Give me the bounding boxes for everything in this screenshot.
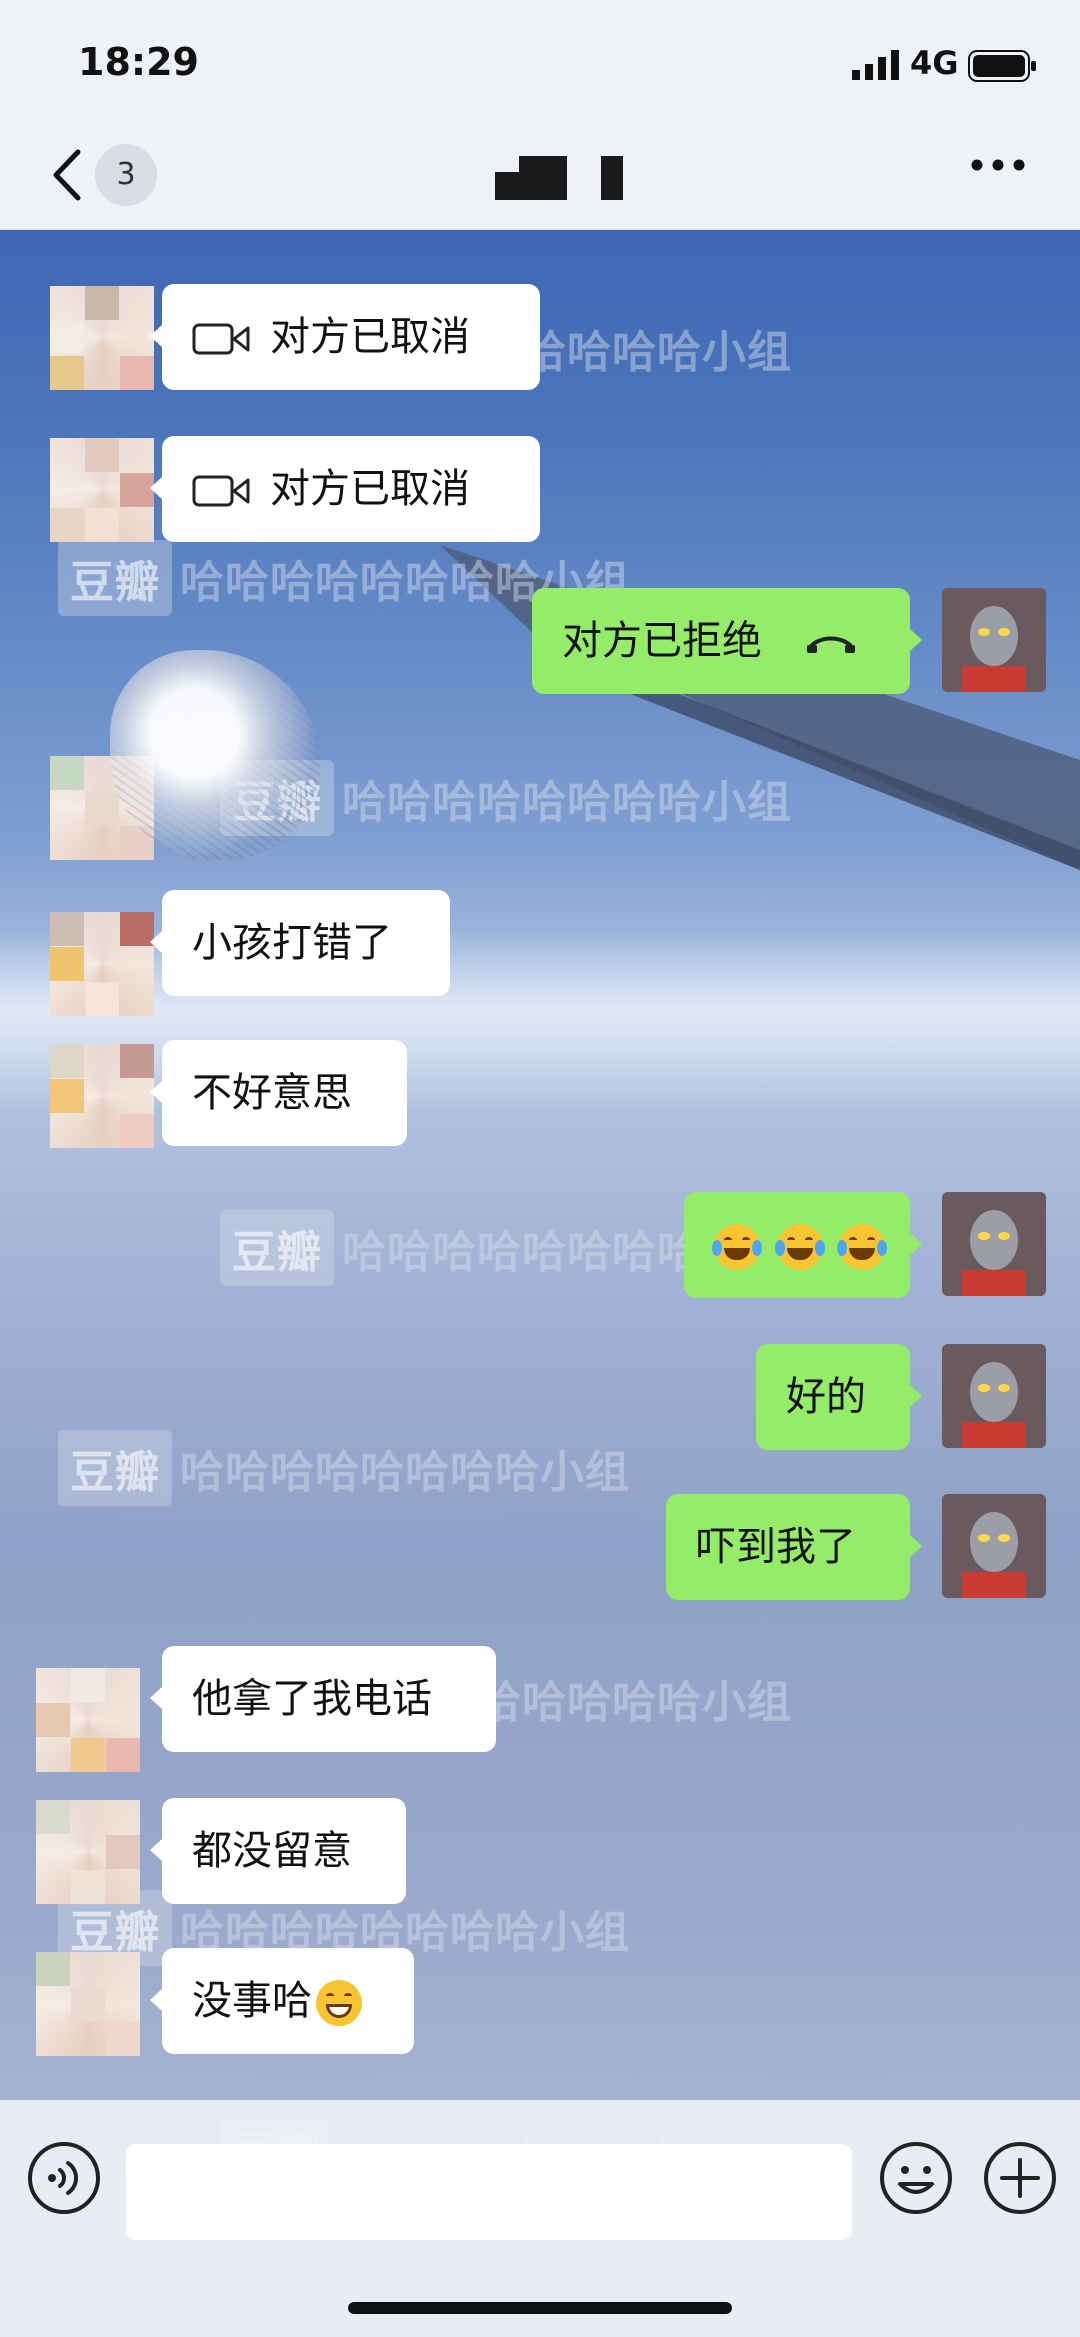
home-indicator [348, 2302, 732, 2314]
plus-icon[interactable] [982, 2140, 1058, 2216]
message-bubble[interactable]: 没事哈 [150, 1948, 414, 2054]
hero-avatar-icon [942, 1192, 1046, 1296]
my-avatar[interactable] [942, 1494, 1046, 1598]
message-bubble[interactable]: 都没留意 [150, 1798, 406, 1904]
status-bar: 18:29 4G [0, 0, 1080, 120]
message-bubble[interactable]: 好的 [756, 1344, 922, 1450]
contact-avatar[interactable] [36, 1952, 140, 2056]
voice-input-icon[interactable] [26, 2140, 102, 2216]
message-bubble-call[interactable]: 对方已取消 [150, 436, 540, 542]
laugh-cry-emoji-icon [837, 1224, 888, 1270]
message-text: 对方已拒绝 [562, 618, 762, 664]
chat-header: 3 [0, 120, 1080, 230]
message-text: 不好意思 [192, 1070, 352, 1116]
message-bubble[interactable]: 小孩打错了 [150, 890, 450, 996]
message-text: 好的 [786, 1374, 866, 1420]
message-text: 对方已取消 [270, 314, 470, 360]
contact-avatar[interactable] [50, 286, 154, 390]
laugh-cry-emoji-icon [774, 1224, 825, 1270]
watermark: 豆瓣哈哈哈哈哈哈哈哈小组 [58, 1430, 630, 1506]
battery-icon [968, 50, 1036, 82]
message-input[interactable] [126, 2144, 852, 2240]
back-arrow-icon[interactable] [50, 148, 84, 202]
contact-avatar[interactable] [50, 438, 154, 542]
message-text: 他拿了我电话 [192, 1676, 432, 1722]
message-bubble-call[interactable]: 对方已拒绝 [532, 588, 922, 694]
video-call-icon [192, 323, 250, 355]
message-text: 小孩打错了 [192, 920, 392, 966]
status-time: 18:29 [78, 40, 199, 84]
message-text: 对方已取消 [270, 466, 470, 512]
video-call-icon [192, 475, 250, 507]
my-avatar[interactable] [942, 1344, 1046, 1448]
chat-title-redacted [495, 156, 625, 200]
my-avatar[interactable] [942, 588, 1046, 692]
message-bubble[interactable]: 他拿了我电话 [150, 1646, 496, 1752]
contact-avatar[interactable] [36, 1800, 140, 1904]
more-options-icon[interactable] [970, 158, 1026, 172]
message-bubble[interactable]: 不好意思 [150, 1040, 407, 1146]
hang-up-icon [806, 636, 855, 653]
signal-icon [852, 50, 899, 80]
message-text: 没事哈 [192, 1978, 312, 2024]
network-type: 4G [910, 44, 959, 82]
laugh-cry-emoji-icon [712, 1224, 762, 1270]
message-bubble-call[interactable]: 对方已取消 [150, 284, 540, 390]
message-bubble[interactable]: 吓到我了 [666, 1494, 922, 1600]
my-avatar[interactable] [942, 1192, 1046, 1296]
contact-avatar[interactable] [50, 912, 154, 1016]
message-bubble-emoji[interactable] [684, 1192, 922, 1298]
contact-avatar[interactable] [50, 1044, 154, 1148]
hero-avatar-icon [942, 1344, 1046, 1448]
unread-count-badge[interactable]: 3 [95, 144, 157, 206]
emoji-icon[interactable] [878, 2140, 954, 2216]
message-text: 都没留意 [192, 1828, 352, 1874]
message-text: 吓到我了 [696, 1524, 856, 1570]
hero-avatar-icon [942, 1494, 1046, 1598]
hero-avatar-icon [942, 588, 1046, 692]
contact-avatar[interactable] [36, 1668, 140, 1772]
grin-emoji-icon [316, 1980, 362, 2026]
